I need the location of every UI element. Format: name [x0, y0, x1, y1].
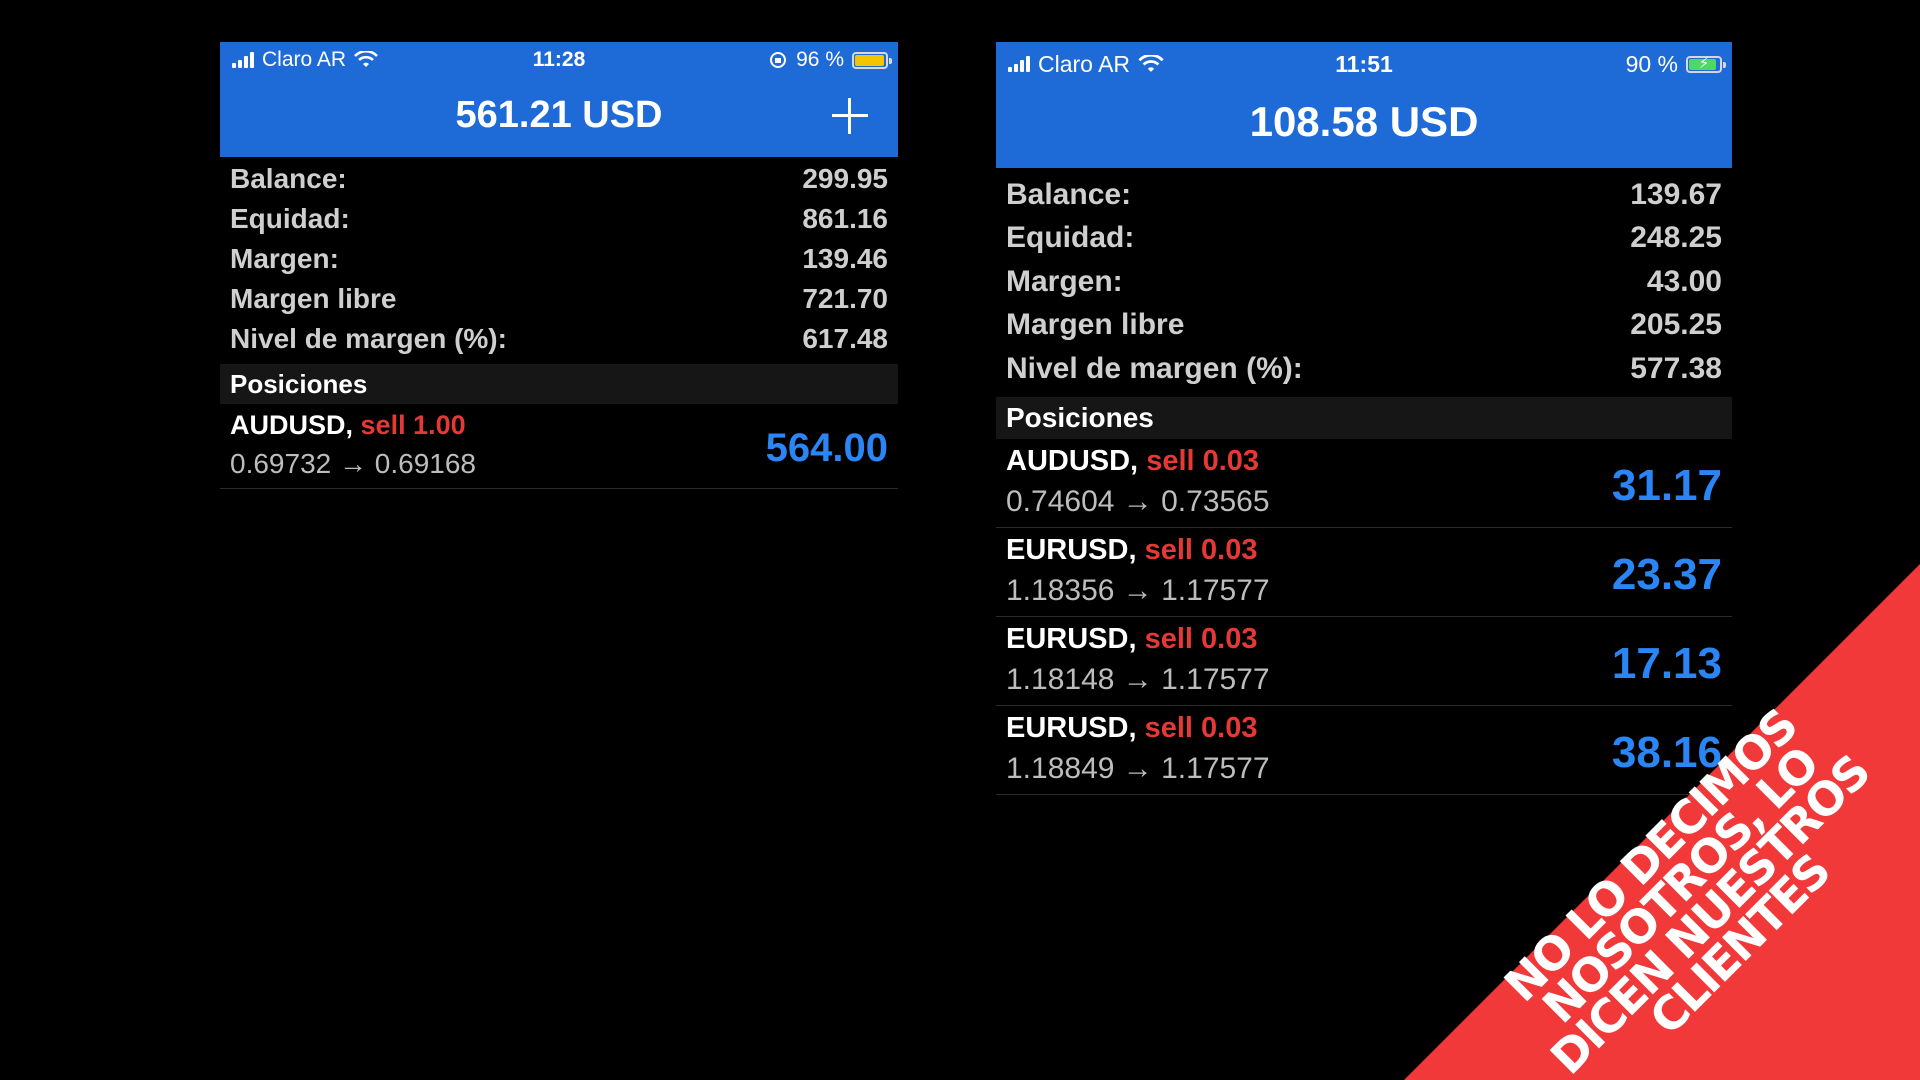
metric-label: Equidad:	[230, 203, 350, 234]
position-profit: 31.17	[1611, 460, 1722, 510]
positions-section-header: Posiciones	[220, 364, 898, 404]
account-metrics: Balance: 139.67 Equidad: 248.25 Margen: …	[996, 168, 1732, 391]
status-bar: Claro AR 11:51 90 % ⚡	[996, 46, 1732, 82]
metric-row-free-margin: Margen libre 205.25	[1006, 304, 1722, 348]
metric-label: Margen:	[1006, 264, 1123, 298]
position-prices: 1.18148 → 1.17577	[1006, 662, 1270, 696]
metric-value: 248.25	[1630, 221, 1722, 255]
battery-percentage: 90 %	[1625, 50, 1678, 77]
position-type: sell 0.03	[1144, 533, 1258, 566]
position-type: sell 0.03	[1144, 622, 1258, 655]
metric-value: 721.70	[802, 283, 888, 314]
positions-section-header: Posiciones	[996, 396, 1732, 439]
metric-row-margin-level: Nivel de margen (%): 617.48	[230, 319, 888, 359]
position-profit: 564.00	[765, 426, 888, 470]
metric-row-margin: Margen: 43.00	[1006, 260, 1722, 304]
metric-label: Margen libre	[230, 283, 397, 314]
metric-row-free-margin: Margen libre 721.70	[230, 279, 888, 319]
charging-battery-icon: ⚡	[1686, 55, 1726, 73]
metric-value: 861.16	[802, 203, 888, 234]
position-symbol: EURUSD,	[1006, 533, 1137, 566]
metric-label: Nivel de margen (%):	[230, 323, 507, 354]
position-row[interactable]: AUDUSD, sell 1.00 0.69732 → 0.69168 564.…	[220, 404, 898, 489]
metric-value: 577.38	[1630, 351, 1722, 385]
equity-total: 108.58 USD	[1249, 98, 1479, 145]
left-phone-screen: Claro AR 11:28 96 % 561.21 USD Balance: …	[220, 42, 898, 492]
metric-row-margin: Margen: 139.46	[230, 239, 888, 279]
position-symbol: EURUSD,	[1006, 622, 1137, 655]
metric-row-margin-level: Nivel de margen (%): 577.38	[1006, 347, 1722, 391]
position-symbol: EURUSD,	[1006, 711, 1137, 744]
account-header: Claro AR 11:51 90 % ⚡ 108.58 USD	[996, 42, 1732, 168]
position-row[interactable]: AUDUSD, sell 0.03 0.74604 → 0.73565 31.1…	[996, 439, 1732, 528]
metric-label: Margen:	[230, 243, 339, 274]
account-header: Claro AR 11:28 96 % 561.21 USD	[220, 42, 898, 157]
position-type: sell 0.03	[1146, 444, 1260, 477]
battery-percentage: 96 %	[796, 48, 844, 71]
orientation-lock-icon	[770, 52, 787, 68]
metric-value: 205.25	[1630, 308, 1722, 342]
metric-row-balance: Balance: 299.95	[230, 159, 888, 199]
status-bar: Claro AR 11:28 96 %	[220, 42, 898, 78]
battery-icon	[852, 51, 892, 69]
metric-row-equity: Equidad: 861.16	[230, 199, 888, 239]
metric-value: 617.48	[802, 323, 888, 354]
metric-label: Equidad:	[1006, 221, 1135, 255]
position-prices: 0.74604 → 0.73565	[1006, 484, 1270, 518]
metric-label: Margen libre	[1006, 308, 1185, 342]
position-symbol: AUDUSD,	[1006, 444, 1139, 477]
position-prices: 1.18356 → 1.17577	[1006, 573, 1270, 607]
equity-total: 561.21 USD	[455, 94, 663, 136]
metric-row-balance: Balance: 139.67	[1006, 173, 1722, 217]
metric-label: Nivel de margen (%):	[1006, 351, 1303, 385]
position-type: sell 1.00	[360, 410, 466, 440]
position-symbol: AUDUSD,	[230, 410, 354, 440]
metric-label: Balance:	[230, 163, 347, 194]
account-metrics: Balance: 299.95 Equidad: 861.16 Margen: …	[220, 157, 898, 359]
add-position-button[interactable]	[832, 98, 868, 134]
metric-value: 139.46	[802, 243, 888, 274]
metric-label: Balance:	[1006, 177, 1132, 211]
metric-row-equity: Equidad: 248.25	[1006, 217, 1722, 261]
position-prices: 0.69732 → 0.69168	[230, 448, 476, 479]
position-prices: 1.18849 → 1.17577	[1006, 751, 1270, 785]
metric-value: 43.00	[1646, 264, 1722, 298]
canvas: Claro AR 11:28 96 % 561.21 USD Balance: …	[0, 0, 1920, 1080]
metric-value: 299.95	[802, 163, 888, 194]
status-time: 11:51	[1335, 51, 1393, 77]
position-type: sell 0.03	[1144, 711, 1258, 744]
metric-value: 139.67	[1630, 177, 1722, 211]
